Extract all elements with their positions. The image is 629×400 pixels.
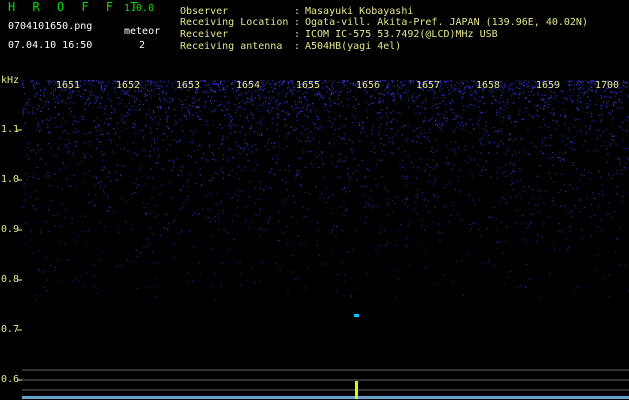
spectrogram-plot [17,80,629,399]
location-value: Ogata-vill. Akita-Pref. JAPAN (139.96E, … [305,17,588,28]
meteor-echoes [354,314,359,399]
time-tick-label: 1653 [175,80,201,91]
freq-tick-label: 1.0 [1,174,20,185]
freq-tick-label: 0.7 [1,324,20,335]
location-label: Receiving Location [180,17,289,28]
meteor-echo [354,314,359,317]
time-tick-label: 1654 [235,80,261,91]
time-tick-label: 1659 [535,80,561,91]
freq-tick-label: 0.8 [1,274,20,285]
freq-tick-label: 0.9 [1,224,20,235]
reference-lines [22,369,629,399]
frequency-tick-marks [17,129,22,381]
meteor-echo [355,381,358,399]
antenna-value: A504HB(yagi 4el) [305,41,402,52]
freq-tick-label: 1.1 [1,124,20,135]
meteor-label: meteor [124,26,161,37]
time-tick-label: 1655 [295,80,321,91]
location-colon: : [294,17,301,28]
y-axis-unit-label: kHz [1,75,20,86]
time-tick-label: 1657 [415,80,441,91]
antenna-label: Receiving antenna [180,41,283,52]
freq-tick-label: 0.6 [1,374,20,385]
time-tick-label: 1656 [355,80,381,91]
receiver-label: Receiver [180,29,229,40]
receiver-colon: : [294,29,301,40]
antenna-colon: : [294,41,301,52]
time-tick-label: 1700 [594,80,620,91]
meteor-count: 2 [139,40,146,51]
time-tick-label: 1652 [115,80,141,91]
baseline-strip [22,396,629,399]
file-name: 0704101650.png [8,21,93,32]
app-version: 1.0.0 [124,3,155,14]
time-tick-label: 1658 [475,80,501,91]
app-title: H R O F F T [8,0,143,14]
receiver-value: ICOM IC-575 53.7492(@LCD)MHz USB [305,29,498,40]
time-tick-label: 1651 [55,80,81,91]
date-time: 07.04.10 16:50 [8,40,93,51]
noise-layer [22,80,629,301]
